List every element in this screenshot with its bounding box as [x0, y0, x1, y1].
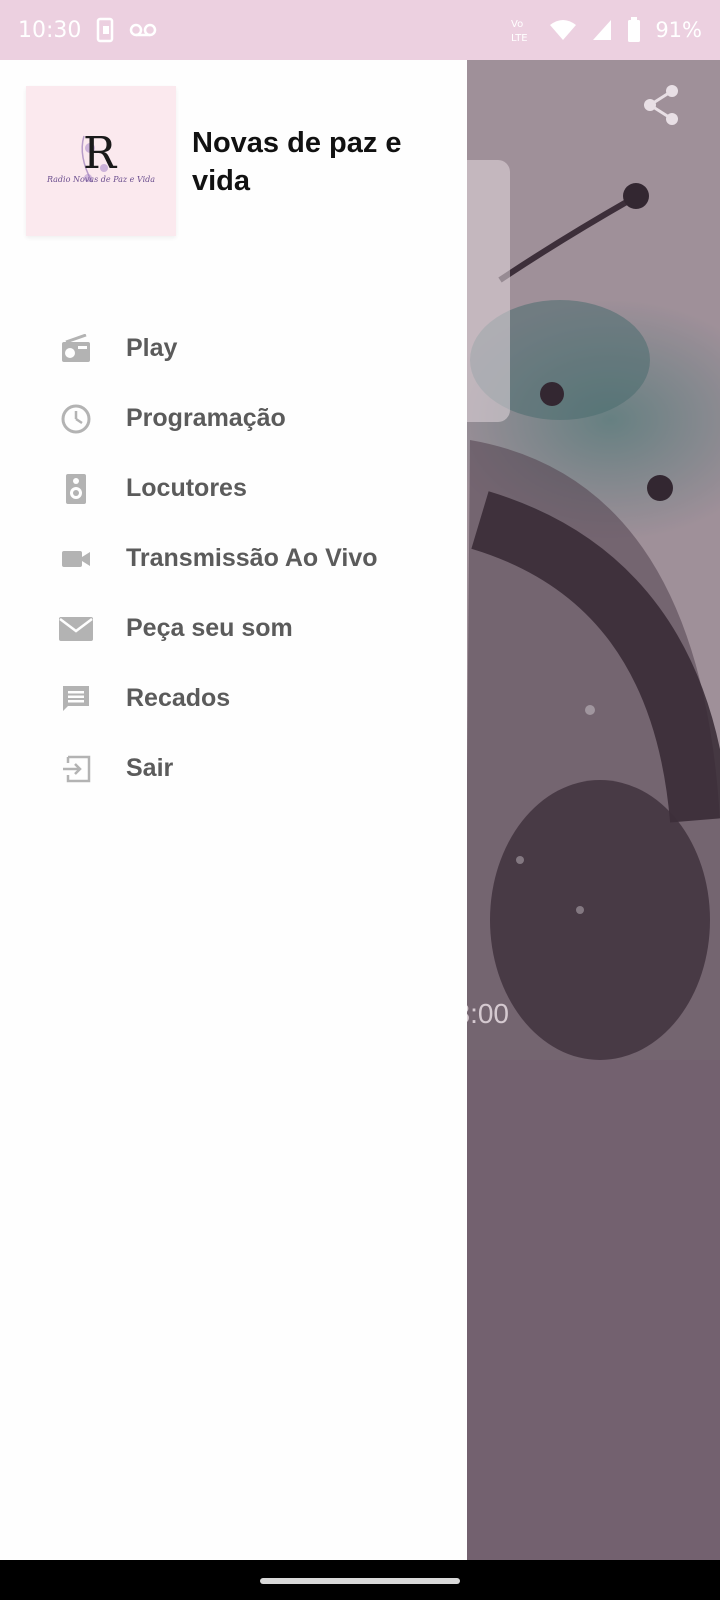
- battery-percent: 91%: [655, 18, 702, 42]
- menu-item-locutores[interactable]: Locutores: [0, 454, 467, 524]
- chat-icon: [58, 681, 94, 717]
- navigation-bar: [0, 1560, 720, 1600]
- status-right: Vo LTE 91%: [509, 16, 702, 44]
- battery-icon: [627, 17, 641, 43]
- status-time: 10:30: [18, 17, 82, 43]
- share-icon: [644, 85, 678, 125]
- network-label: LTE: [511, 33, 528, 44]
- signal-icon: [591, 18, 613, 42]
- speaker-icon: [58, 471, 94, 507]
- menu-label: Transmissão Ao Vivo: [126, 544, 378, 572]
- menu-label: Play: [126, 334, 178, 362]
- drawer-menu: Play Programação Locutores Transmissão A…: [0, 314, 467, 804]
- exit-icon: [58, 751, 94, 787]
- voicemail-icon: [129, 22, 157, 38]
- mail-icon: [58, 611, 94, 647]
- logo-letter: R: [83, 128, 118, 179]
- menu-item-recados[interactable]: Recados: [0, 664, 467, 734]
- share-button[interactable]: [636, 80, 686, 130]
- drawer-title: Novas de paz e vida: [192, 127, 402, 197]
- menu-label: Sair: [126, 754, 174, 782]
- wifi-icon: [549, 18, 577, 42]
- logo-image: R Radio Novas de Paz e Vida: [26, 86, 176, 236]
- clock-icon: [58, 401, 94, 437]
- radio-icon: [58, 331, 94, 367]
- svg-text:Vo: Vo: [511, 19, 523, 30]
- phone-icon: [95, 17, 115, 43]
- menu-label: Locutores: [126, 474, 247, 502]
- menu-label: Peça seu som: [126, 614, 293, 642]
- menu-label: Recados: [126, 684, 231, 712]
- menu-item-peca-seu-som[interactable]: Peça seu som: [0, 594, 467, 664]
- volte-icon: Vo LTE: [509, 16, 535, 44]
- status-bar: 10:30 Vo LTE 91%: [0, 0, 720, 60]
- menu-item-sair[interactable]: Sair: [0, 734, 467, 804]
- app-logo: R Radio Novas de Paz e Vida: [26, 86, 176, 236]
- menu-item-transmissao[interactable]: Transmissão Ao Vivo: [0, 524, 467, 594]
- menu-item-programacao[interactable]: Programação: [0, 384, 467, 454]
- logo-script: Radio Novas de Paz e Vida: [46, 175, 155, 184]
- drawer-header: R Radio Novas de Paz e Vida Novas de paz…: [0, 60, 467, 275]
- video-camera-icon: [58, 541, 94, 577]
- navigation-drawer: R Radio Novas de Paz e Vida Novas de paz…: [0, 60, 467, 1560]
- screen: 10:30 Vo LTE 91% R Radio Novas de Paz e …: [0, 0, 720, 1600]
- home-gesture-handle[interactable]: [260, 1578, 460, 1584]
- status-left: 10:30: [18, 17, 157, 43]
- menu-label: Programação: [126, 404, 286, 432]
- menu-item-play[interactable]: Play: [0, 314, 467, 384]
